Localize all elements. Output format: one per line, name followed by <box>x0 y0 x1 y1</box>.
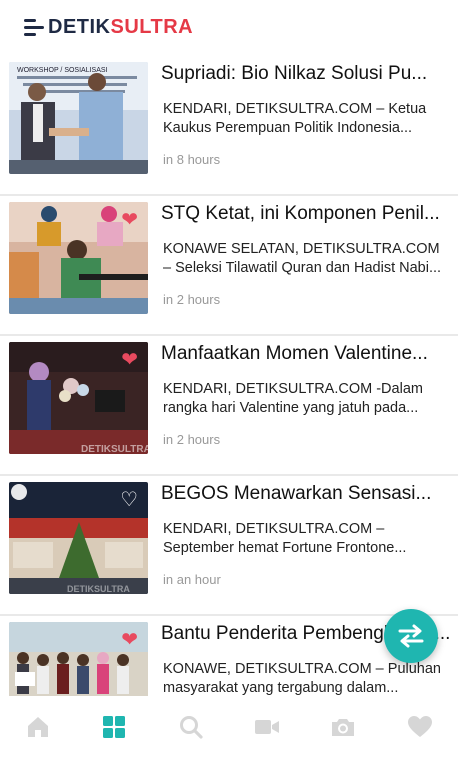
article-time: in 8 hours <box>163 152 221 167</box>
article-title[interactable]: BEGOS Menawarkan Sensasi... <box>161 482 451 506</box>
article-title[interactable]: Supriadi: Bio Nilkaz Solusi Pu... <box>161 62 451 86</box>
article-card[interactable]: DETIKSULTRA ❤ Manfaatkan Momen Valentine… <box>0 336 458 476</box>
thumb-banner-text: WORKSHOP / SOSIALISASI <box>17 67 108 74</box>
article-title[interactable]: STQ Ketat, ini Komponen Penil... <box>161 202 451 226</box>
nav-photo[interactable] <box>305 696 381 757</box>
search-icon <box>179 715 203 739</box>
favorite-heart-icon[interactable]: ❤ <box>121 630 138 650</box>
grid-icon <box>103 715 126 738</box>
article-thumbnail: ❤ <box>9 622 148 696</box>
article-excerpt: KONAWE SELATAN, DETIKSULTRA.COM – Seleks… <box>163 241 442 276</box>
logo-text-part1: DETIK <box>48 15 111 38</box>
article-feed[interactable]: WORKSHOP / SOSIALISASI Supriadi: Bio Nil… <box>0 56 458 696</box>
favorite-heart-outline-icon[interactable]: ♡ <box>120 490 138 510</box>
favorite-heart-icon[interactable]: ❤ <box>121 210 138 230</box>
article-time: in 2 hours <box>163 292 221 307</box>
favorite-heart-icon[interactable]: ❤ <box>121 350 138 370</box>
article-excerpt: KENDARI, DETIKSULTRA.COM -Dalam rangka h… <box>163 381 423 416</box>
logo-text: DETIKSULTRA <box>48 16 193 39</box>
bottom-navigation <box>0 696 458 757</box>
article-card[interactable]: DETIKSULTRA ♡ BEGOS Menawarkan Sensasi..… <box>0 476 458 616</box>
article-excerpt: KENDARI, DETIKSULTRA.COM – Ketua Kaukus … <box>163 101 427 136</box>
camera-icon <box>332 718 355 736</box>
article-thumbnail: DETIKSULTRA ❤ <box>9 342 148 454</box>
nav-home[interactable] <box>0 696 76 757</box>
article-card[interactable]: WORKSHOP / SOSIALISASI Supriadi: Bio Nil… <box>0 56 458 196</box>
nav-video[interactable] <box>229 696 305 757</box>
article-excerpt: KONAWE, DETIKSULTRA.COM – Puluhan masyar… <box>163 661 441 696</box>
thumb-watermark: DETIKSULTRA <box>81 444 148 454</box>
nav-categories[interactable] <box>76 696 152 757</box>
home-icon <box>28 716 49 737</box>
app-logo[interactable]: DETIKSULTRA <box>24 14 193 40</box>
logo-text-part2: SULTRA <box>110 15 194 38</box>
article-card[interactable]: ❤ STQ Ketat, ini Komponen Penil... KONAW… <box>0 196 458 336</box>
nav-search[interactable] <box>153 696 229 757</box>
video-icon <box>255 719 280 734</box>
article-time: in an hour <box>163 572 221 587</box>
menu-lines-icon <box>24 17 46 37</box>
article-title[interactable]: Manfaatkan Momen Valentine... <box>161 342 451 366</box>
app-header: DETIKSULTRA <box>0 0 458 56</box>
article-thumbnail: ❤ <box>9 202 148 314</box>
article-thumbnail: DETIKSULTRA ♡ <box>9 482 148 594</box>
nav-favorites[interactable] <box>382 696 458 757</box>
thumb-watermark: DETIKSULTRA <box>67 584 130 594</box>
article-time: in 2 hours <box>163 432 221 447</box>
heart-icon <box>407 715 432 737</box>
article-excerpt: KENDARI, DETIKSULTRA.COM – September hem… <box>163 521 407 556</box>
article-thumbnail: WORKSHOP / SOSIALISASI <box>9 62 148 174</box>
swap-button[interactable] <box>384 609 438 663</box>
swap-arrows-icon <box>398 624 424 648</box>
thumbnail-photo-workshop: WORKSHOP / SOSIALISASI <box>9 62 148 174</box>
